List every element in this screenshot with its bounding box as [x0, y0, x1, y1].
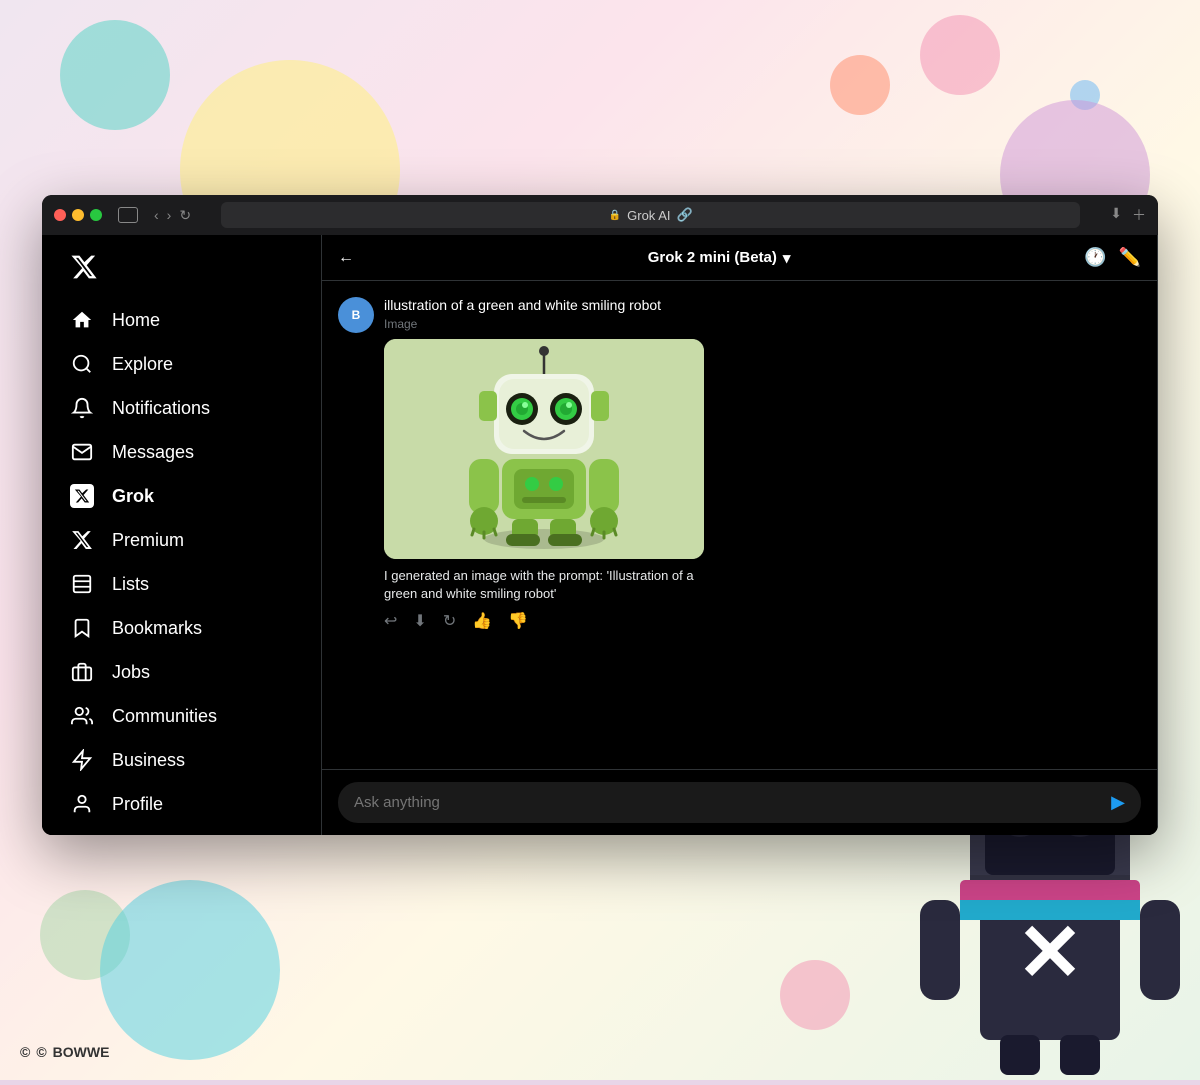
chat-header: ← Grok 2 mini (Beta) ▾ 🕐 ✏️ — [322, 235, 1157, 281]
bookmark-icon — [70, 616, 94, 640]
business-label: Business — [112, 750, 185, 771]
x-logo[interactable] — [58, 245, 305, 294]
profile-label: Profile — [112, 794, 163, 815]
download-icon[interactable]: ⬇ — [1110, 205, 1122, 225]
sidebar-item-more[interactable]: More — [58, 826, 305, 835]
sidebar-item-jobs[interactable]: Jobs — [58, 650, 305, 694]
browser-nav-buttons: ‹ › ↻ — [154, 207, 191, 224]
communities-icon — [70, 704, 94, 728]
x-logo-icon — [70, 253, 98, 281]
sidebar-item-business[interactable]: Business — [58, 738, 305, 782]
send-button[interactable]: ▶ — [1111, 792, 1125, 813]
bowwe-logo-text: BOWWE — [53, 1044, 110, 1060]
sidebar-toggle-button[interactable] — [118, 207, 138, 223]
sidebar-item-explore[interactable]: Explore — [58, 342, 305, 386]
action-regenerate-icon[interactable]: ↻ — [443, 611, 456, 631]
sidebar-item-grok[interactable]: Grok — [58, 474, 305, 518]
notifications-label: Notifications — [112, 398, 210, 419]
lists-label: Lists — [112, 574, 149, 595]
url-bar[interactable]: 🔒 Grok AI 🔗 — [221, 202, 1080, 228]
grok-icon — [70, 484, 94, 508]
cc-icon: © — [36, 1044, 46, 1060]
sidebar-item-notifications[interactable]: Notifications — [58, 386, 305, 430]
url-text: Grok AI — [627, 208, 670, 223]
chat-input-wrapper: ▶ — [338, 782, 1141, 823]
message-actions: ↩ ⬇ ↻ 👍 👎 — [384, 611, 1141, 631]
message-tag: Image — [384, 317, 1141, 331]
sidebar-item-bookmarks[interactable]: Bookmarks — [58, 606, 305, 650]
home-icon — [70, 308, 94, 332]
briefcase-icon — [70, 660, 94, 684]
model-name: Grok 2 mini (Beta) — [648, 249, 777, 266]
back-button[interactable]: ‹ — [154, 207, 159, 224]
messages-label: Messages — [112, 442, 194, 463]
close-window-button[interactable] — [54, 209, 66, 221]
bg-blob-9 — [780, 960, 850, 1030]
premium-icon — [70, 528, 94, 552]
action-like-icon[interactable]: 👍 — [472, 611, 492, 631]
business-icon — [70, 748, 94, 772]
action-dislike-icon[interactable]: 👎 — [508, 611, 528, 631]
action-download-icon[interactable]: ⬇ — [413, 611, 426, 631]
sidebar-item-home[interactable]: Home — [58, 298, 305, 342]
bg-blob-1 — [60, 20, 170, 130]
watermark: © © BOWWE — [20, 1044, 109, 1060]
model-selector[interactable]: Grok 2 mini (Beta) ▾ — [648, 249, 791, 267]
action-reply-icon[interactable]: ↩ — [384, 611, 397, 631]
edit-icon[interactable]: ✏️ — [1119, 247, 1141, 268]
explore-label: Explore — [112, 354, 173, 375]
bg-blob-4 — [830, 55, 890, 115]
message-content: illustration of a green and white smilin… — [384, 297, 1141, 631]
sidebar-item-profile[interactable]: Profile — [58, 782, 305, 826]
maximize-window-button[interactable] — [90, 209, 102, 221]
minimize-window-button[interactable] — [72, 209, 84, 221]
chat-messages: B illustration of a green and white smil… — [322, 281, 1157, 769]
svg-text:✕: ✕ — [1016, 908, 1083, 997]
link-icon: 🔗 — [676, 207, 692, 223]
forward-button[interactable]: › — [167, 207, 172, 224]
bell-icon — [70, 396, 94, 420]
back-button[interactable]: ← — [338, 249, 354, 267]
explore-icon — [70, 352, 94, 376]
bookmarks-label: Bookmarks — [112, 618, 202, 639]
chevron-down-icon: ▾ — [783, 249, 791, 267]
history-icon[interactable]: 🕐 — [1084, 247, 1106, 268]
browser-window: ‹ › ↻ 🔒 Grok AI 🔗 ⬇ ＋ — [42, 195, 1158, 835]
reload-button[interactable]: ↻ — [179, 207, 191, 224]
chat-actions: 🕐 ✏️ — [1084, 247, 1141, 268]
chat-input-area: ▶ — [322, 769, 1157, 835]
sidebar: Home Explore Notifications — [42, 235, 322, 835]
chat-input[interactable] — [354, 794, 1101, 811]
premium-label: Premium — [112, 530, 184, 551]
main-content: ← Grok 2 mini (Beta) ▾ 🕐 ✏️ B illustrati… — [322, 235, 1158, 835]
sidebar-item-premium[interactable]: Premium — [58, 518, 305, 562]
browser-chrome: ‹ › ↻ 🔒 Grok AI 🔗 ⬇ ＋ — [42, 195, 1158, 235]
bg-blob-3 — [920, 15, 1000, 95]
sidebar-item-messages[interactable]: Messages — [58, 430, 305, 474]
robot-image — [384, 339, 704, 559]
message-item: B illustration of a green and white smil… — [338, 297, 1141, 631]
lists-icon — [70, 572, 94, 596]
mail-icon — [70, 440, 94, 464]
home-label: Home — [112, 310, 160, 331]
message-title: illustration of a green and white smilin… — [384, 297, 1141, 313]
traffic-lights — [54, 209, 102, 221]
communities-label: Communities — [112, 706, 217, 727]
sidebar-item-lists[interactable]: Lists — [58, 562, 305, 606]
browser-action-buttons: ⬇ ＋ — [1110, 205, 1146, 225]
message-avatar: B — [338, 297, 374, 333]
app-body: Home Explore Notifications — [42, 235, 1158, 835]
bg-blob-8 — [100, 880, 280, 1060]
sidebar-item-communities[interactable]: Communities — [58, 694, 305, 738]
grok-label: Grok — [112, 486, 154, 507]
back-arrow-icon: ← — [338, 249, 354, 266]
jobs-label: Jobs — [112, 662, 150, 683]
copyright-icon: © — [20, 1044, 30, 1060]
lock-icon: 🔒 — [609, 210, 621, 221]
profile-icon — [70, 792, 94, 816]
message-caption: I generated an image with the prompt: 'I… — [384, 567, 704, 603]
new-tab-icon[interactable]: ＋ — [1132, 205, 1146, 225]
